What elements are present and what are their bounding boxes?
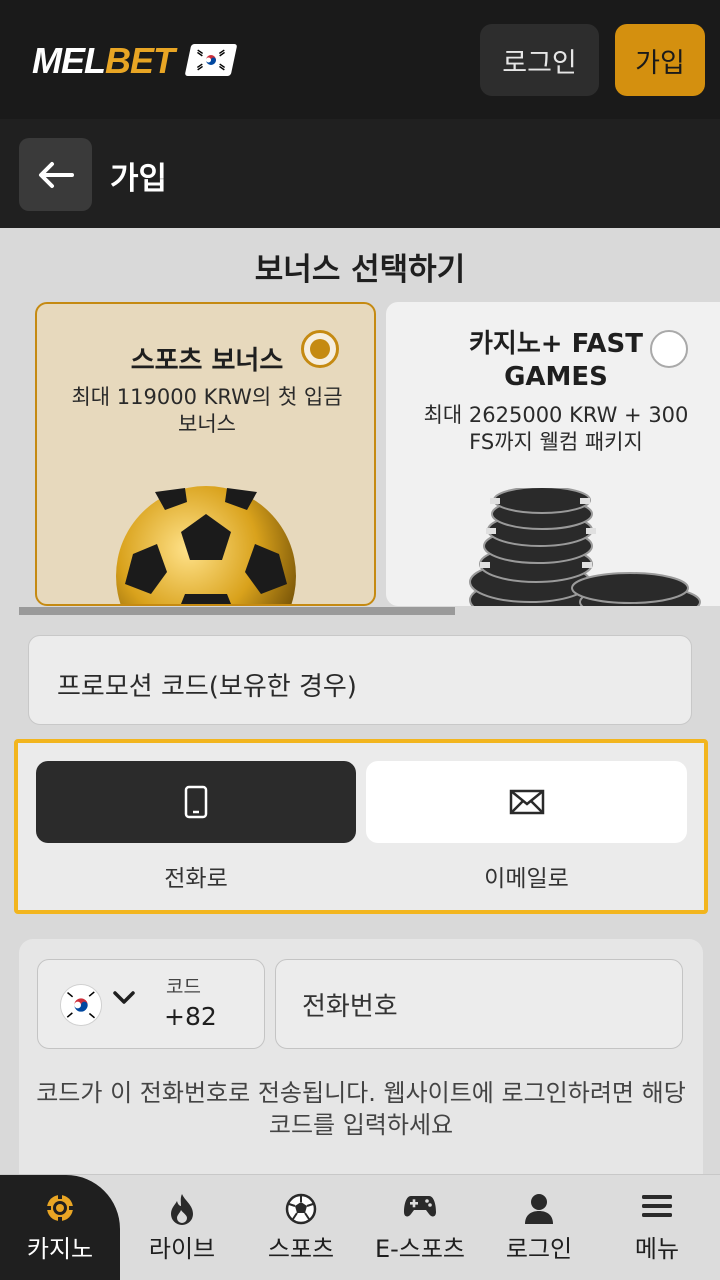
nav-label: 로그인 [505, 1235, 573, 1263]
bonus-card-casino[interactable]: 카지노+ FAST GAMES 최대 2625000 KRW + 300 FS까… [386, 302, 720, 606]
top-header: MELBET 로그인 가입 [0, 0, 720, 119]
bonus-card-sports[interactable]: 스포츠 보너스 최대 119000 KRW의 첫 입금 보너스 [35, 302, 376, 606]
bonus-card-description: 최대 119000 KRW의 첫 입금 보너스 [71, 385, 343, 437]
by-phone-label[interactable]: 전화로 [36, 859, 356, 893]
bonus-card-title: 스포츠 보너스 [130, 346, 284, 376]
nav-item-menu[interactable]: 메뉴 [598, 1175, 716, 1280]
casino-chip-icon [46, 1194, 74, 1222]
nav-label: 메뉴 [634, 1235, 680, 1263]
gamepad-icon [404, 1196, 436, 1217]
logo-text-bet: BET [105, 40, 175, 81]
envelope-icon [509, 789, 544, 815]
by-email-button[interactable] [366, 761, 687, 843]
nav-item-esports[interactable]: E-스포츠 [360, 1175, 480, 1280]
melbet-logo[interactable]: MELBET [32, 40, 175, 82]
nav-label: 라이브 [148, 1235, 216, 1263]
user-icon [525, 1194, 553, 1224]
phone-registration-form: 코드 +82 전화번호 코드가 이 전화번호로 전송됩니다. 웹사이트에 로그인… [19, 939, 703, 1199]
bonus-card-title: 카지노+ FAST GAMES [469, 329, 643, 392]
bonus-scrollbar[interactable] [19, 607, 455, 615]
nav-label: 스포츠 [267, 1235, 335, 1263]
hamburger-menu-icon [642, 1195, 672, 1217]
bonus-section-title: 보너스 선택하기 [254, 252, 466, 288]
smartphone-icon [184, 785, 208, 819]
page-title: 가입 [110, 161, 168, 197]
nav-item-live[interactable]: 라이브 [122, 1175, 242, 1280]
soccer-ball-icon [285, 1193, 317, 1225]
registration-method-selector: 전화로 이메일로 [14, 739, 708, 914]
casino-chips-image [469, 488, 701, 606]
logo-text-mel: MEL [32, 40, 106, 81]
by-phone-button[interactable] [36, 761, 356, 843]
bottom-navigation: 카지노 라이브 스포츠 E-스포츠 로그인 메뉴 [0, 1174, 720, 1280]
page-subheader: 가입 [0, 119, 720, 228]
nav-label: 카지노 [26, 1235, 94, 1263]
country-code-label: 코드 [166, 976, 201, 998]
country-code-select[interactable]: 코드 +82 [37, 959, 265, 1049]
nav-item-login[interactable]: 로그인 [480, 1175, 598, 1280]
promo-code-placeholder: 프로모션 코드(보유한 경우) [57, 672, 357, 702]
bonus-radio-unselected[interactable] [650, 330, 688, 368]
header-join-button[interactable]: 가입 [615, 24, 705, 96]
phone-code-hint: 코드가 이 전화번호로 전송됩니다. 웹사이트에 로그인하려면 해당 코드를 입… [36, 1079, 686, 1140]
korea-flag-icon [60, 984, 102, 1026]
bonus-radio-selected[interactable] [301, 330, 339, 368]
nav-label: E-스포츠 [374, 1235, 466, 1263]
back-button[interactable] [19, 138, 92, 211]
nav-item-sports[interactable]: 스포츠 [242, 1175, 360, 1280]
arrow-left-icon [38, 161, 74, 188]
fire-icon [171, 1194, 193, 1225]
nav-item-casino[interactable]: 카지노 [0, 1175, 120, 1280]
bonus-card-description: 최대 2625000 KRW + 300 FS까지 웰컴 패키지 [423, 403, 689, 455]
korea-flag-icon [184, 44, 238, 76]
by-email-label[interactable]: 이메일로 [366, 859, 687, 893]
country-code-value: +82 [164, 1002, 217, 1031]
chevron-down-icon [113, 991, 135, 1004]
header-login-button[interactable]: 로그인 [480, 24, 599, 96]
phone-number-input[interactable]: 전화번호 [275, 959, 683, 1049]
soccer-ball-image [116, 486, 296, 604]
promo-code-input[interactable]: 프로모션 코드(보유한 경우) [28, 635, 692, 725]
